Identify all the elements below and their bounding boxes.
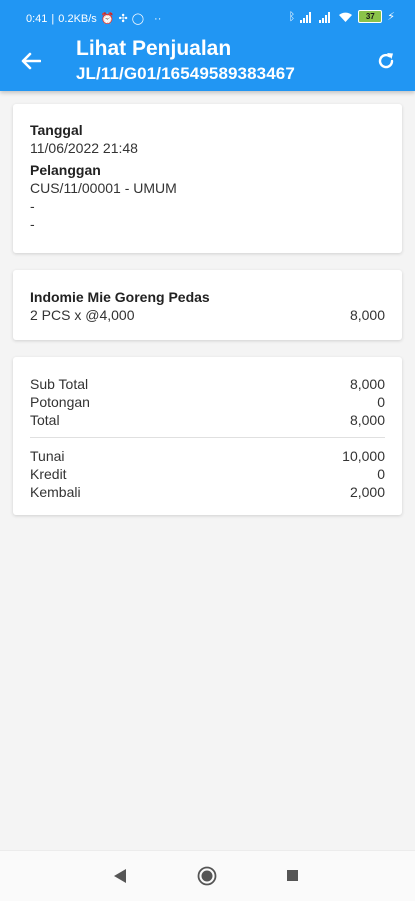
change-row: Kembali 2,000 — [30, 483, 385, 501]
signal-icon — [300, 11, 314, 23]
wifi-icon — [339, 12, 353, 22]
more-notifications-icon: ·· — [154, 12, 162, 25]
total-value: 8,000 — [349, 412, 385, 428]
credit-row: Kredit 0 — [30, 465, 385, 483]
page-subtitle: JL/11/G01/16549589383467 — [76, 64, 295, 83]
status-network-speed: 0.2KB/s — [58, 12, 97, 25]
extra-info-2: - — [30, 216, 35, 232]
cash-value: 10,000 — [342, 448, 385, 464]
discount-row: Potongan 0 — [30, 393, 385, 411]
arrow-left-icon — [21, 52, 41, 70]
divider — [30, 437, 385, 438]
customer-value: CUS/11/00001 - UMUM — [30, 180, 177, 196]
payment-summary-card: Sub Total 8,000 Potongan 0 Total 8,000 T… — [13, 357, 402, 515]
page-title: Lihat Penjualan — [76, 37, 232, 60]
square-recents-icon[interactable] — [287, 870, 298, 881]
change-label: Kembali — [30, 484, 81, 500]
discount-label: Potongan — [30, 394, 90, 410]
refresh-button[interactable] — [371, 46, 401, 76]
total-row: Total 8,000 — [30, 411, 385, 429]
item-subtotal: 8,000 — [349, 307, 385, 323]
triangle-back-icon[interactable] — [113, 868, 127, 884]
fan-icon: ✣ — [118, 13, 128, 25]
status-time: 0:41 — [26, 12, 48, 25]
whatsapp-icon: ◯ — [131, 13, 145, 25]
alarm-icon: ⏰ — [100, 13, 115, 25]
charging-icon: ⚡ — [387, 11, 395, 23]
transaction-info-card: Tanggal 11/06/2022 21:48 Pelanggan CUS/1… — [13, 104, 402, 253]
signal-icon-2 — [319, 11, 333, 23]
credit-value: 0 — [377, 466, 385, 482]
item-name: Indomie Mie Goreng Pedas — [30, 289, 210, 305]
credit-label: Kredit — [30, 466, 67, 482]
customer-label: Pelanggan — [30, 162, 101, 178]
sub-total-value: 8,000 — [349, 376, 385, 392]
back-button[interactable] — [16, 46, 46, 76]
circle-home-icon[interactable] — [197, 866, 217, 886]
date-label: Tanggal — [30, 122, 83, 138]
list-item[interactable]: Indomie Mie Goreng Pedas 2 PCS x @4,000 … — [30, 270, 385, 324]
discount-value: 0 — [377, 394, 385, 410]
sub-total-label: Sub Total — [30, 376, 89, 392]
status-bar: 0:41 | 0.2KB/s ⏰ ✣ ◯ ·· ᛒ 37 ⚡ — [26, 10, 395, 25]
total-label: Total — [30, 412, 60, 428]
app-header: 0:41 | 0.2KB/s ⏰ ✣ ◯ ·· ᛒ 37 ⚡ Lihat Pen… — [0, 0, 415, 91]
item-qty-price: 2 PCS x @4,000 — [30, 307, 135, 323]
battery-icon: 37 — [358, 10, 383, 23]
system-nav-bar — [0, 850, 415, 901]
change-value: 2,000 — [349, 484, 385, 500]
sub-total-row: Sub Total 8,000 — [30, 375, 385, 393]
cash-row: Tunai 10,000 — [30, 447, 385, 465]
extra-info-1: - — [30, 198, 35, 214]
date-value: 11/06/2022 21:48 — [30, 140, 138, 156]
refresh-icon — [378, 53, 394, 69]
bluetooth-icon: ᛒ — [288, 10, 296, 23]
items-card: Indomie Mie Goreng Pedas 2 PCS x @4,000 … — [13, 270, 402, 340]
cash-label: Tunai — [30, 448, 65, 464]
